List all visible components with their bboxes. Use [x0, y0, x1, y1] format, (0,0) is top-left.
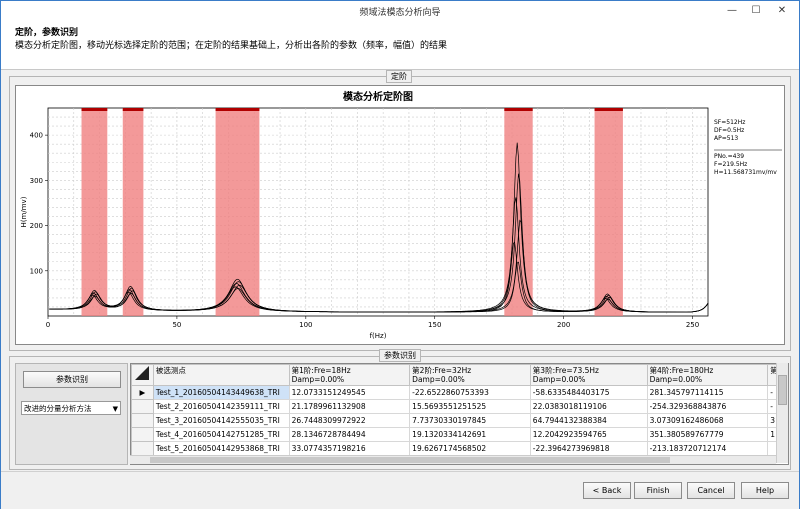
cell-mode2[interactable]: 7.73730330197845	[409, 413, 531, 428]
cell-mode1[interactable]: 28.1346728784494	[288, 427, 411, 442]
row-marker	[131, 399, 154, 414]
param-group-label: 参数识别	[379, 349, 421, 362]
x-tick-label: 0	[46, 321, 50, 329]
chart-title: 模态分析定阶图	[343, 90, 413, 103]
selected-band-3[interactable]	[215, 108, 260, 316]
finish-button[interactable]: Finish	[634, 482, 682, 499]
cancel-button[interactable]: Cancel	[687, 482, 735, 499]
selected-band-marker	[594, 108, 623, 111]
selected-band-marker	[215, 108, 260, 111]
column-header-mode1[interactable]: 第1阶:Fre=18Hz Damp=0.00%	[288, 364, 411, 386]
help-button[interactable]: Help	[741, 482, 789, 499]
selected-band-5[interactable]	[594, 108, 623, 316]
cell-mode3[interactable]: 22.0383018119106	[529, 399, 648, 414]
param-grid: 被选测点 第1阶:Fre=18Hz Damp=0.00% 第2阶:Fre=32H…	[131, 364, 788, 456]
info-line5: F=219.5Hz	[714, 161, 747, 168]
table-row[interactable]: ▶ Test_1_20160504143449638_TRI 12.073315…	[131, 385, 788, 400]
row-marker	[131, 441, 154, 456]
window-title: 频域法模态分析向导	[359, 8, 441, 18]
wizard-window: 频域法模态分析向导 — ☐ ✕ 定阶，参数识别 模态分析定阶图，移动光标选择定阶…	[0, 0, 800, 509]
selected-band-marker	[81, 108, 108, 111]
x-tick-label: 150	[428, 321, 441, 329]
table-row[interactable]: Test_5_20160504142953868_TRI 33.07743571…	[131, 441, 788, 456]
horizontal-scroll-thumb[interactable]	[150, 457, 670, 463]
param-table[interactable]: 被选测点 第1阶:Fre=18Hz Damp=0.00% 第2阶:Fre=32H…	[130, 363, 789, 465]
y-tick-label: 100	[30, 267, 43, 275]
cell-mode1[interactable]: 12.0733151249545	[288, 385, 411, 400]
chart-svg[interactable]: 0 50 100 150 200 250 100 200 300 400 模态分析定阶图 f(Hz) H…	[16, 86, 784, 344]
info-line6: H=11.568731mv/mv	[714, 169, 777, 176]
cell-mode2[interactable]: 19.1320334142691	[409, 427, 531, 442]
cell-mode2[interactable]: -22.6522860753393	[409, 385, 531, 400]
table-horizontal-scrollbar[interactable]	[130, 455, 776, 464]
info-line1: SF=512Hz	[714, 119, 745, 126]
cell-mode4[interactable]: -213.183720712174	[646, 441, 769, 456]
x-tick-label: 200	[557, 321, 570, 329]
method-select[interactable]: 改进的分量分析方法 ▼	[21, 401, 121, 415]
y-tick-label: 400	[30, 132, 43, 140]
row-marker	[131, 413, 154, 428]
cell-mode1[interactable]: 33.0774357198216	[288, 441, 411, 456]
cell-mode3[interactable]: -58.6335484403175	[529, 385, 648, 400]
corner-cell[interactable]	[131, 364, 154, 386]
cell-mode1[interactable]: 21.1789961132908	[288, 399, 411, 414]
stabilization-chart[interactable]: 0 50 100 150 200 250 100 200 300 400 模态分析定阶图 f(Hz) H…	[15, 85, 785, 345]
x-tick-label: 100	[299, 321, 312, 329]
y-tick-label: 200	[30, 222, 43, 230]
cell-point[interactable]: Test_5_20160504142953868_TRI	[152, 441, 290, 456]
page-title: 定阶，参数识别	[15, 28, 79, 38]
cell-mode4[interactable]: 3.07309162486068	[646, 413, 769, 428]
method-select-value: 改进的分量分析方法	[24, 404, 92, 413]
maximize-button[interactable]: ☐	[747, 4, 765, 18]
x-tick-label: 50	[172, 321, 181, 329]
row-marker-icon: ▶	[131, 385, 154, 400]
info-line2: DF=0.5Hz	[714, 127, 744, 134]
table-header-row: 被选测点 第1阶:Fre=18Hz Damp=0.00% 第2阶:Fre=32H…	[131, 364, 788, 386]
selected-band-2[interactable]	[122, 108, 144, 316]
selected-band-marker	[504, 108, 533, 111]
page-description: 模态分析定阶图，移动光标选择定阶的范围；在定阶的结果基础上，分析出各阶的参数（频…	[15, 41, 448, 51]
wizard-footer: < Back Finish Cancel Help	[1, 471, 799, 509]
x-tick-label: 250	[686, 321, 699, 329]
info-line4: PNo.=439	[714, 153, 744, 160]
table-row[interactable]: Test_4_20160504142751285_TRI 28.13467287…	[131, 427, 788, 442]
identify-button[interactable]: 参数识别	[23, 371, 121, 388]
cell-mode4[interactable]: 351.380589767779	[646, 427, 769, 442]
order-group-label: 定阶	[386, 70, 412, 83]
back-button[interactable]: < Back	[583, 482, 631, 499]
minimize-button[interactable]: —	[723, 4, 741, 18]
column-header-mode3[interactable]: 第3阶:Fre=73.5Hz Damp=0.00%	[529, 364, 648, 386]
info-line3: AP=513	[714, 135, 738, 142]
cell-point[interactable]: Test_2_20160504142359111_TRI	[152, 399, 290, 414]
cell-mode2[interactable]: 15.5693551251525	[409, 399, 531, 414]
title-bar: 频域法模态分析向导 — ☐ ✕	[1, 1, 799, 21]
cell-mode3[interactable]: 64.7944132388384	[529, 413, 648, 428]
cell-mode3[interactable]: -22.3964273969818	[529, 441, 648, 456]
column-header-point[interactable]: 被选测点	[152, 364, 290, 386]
cell-mode4[interactable]: -254.329368843876	[646, 399, 769, 414]
wizard-header: 定阶，参数识别 模态分析定阶图，移动光标选择定阶的范围；在定阶的结果基础上，分析…	[1, 21, 799, 70]
cell-point[interactable]: Test_4_20160504142751285_TRI	[152, 427, 290, 442]
selected-band-marker	[122, 108, 144, 111]
cell-mode2[interactable]: 19.6267174568502	[409, 441, 531, 456]
cell-mode1[interactable]: 26.7448309972922	[288, 413, 411, 428]
close-button[interactable]: ✕	[773, 4, 791, 18]
column-header-mode4[interactable]: 第4阶:Fre=180Hz Damp=0.00%	[646, 364, 769, 386]
table-vertical-scrollbar[interactable]	[776, 363, 788, 463]
vertical-scroll-thumb[interactable]	[778, 375, 787, 405]
x-axis-label: f(Hz)	[370, 332, 387, 340]
y-tick-label: 300	[30, 177, 43, 185]
chevron-down-icon[interactable]: ▼	[113, 402, 118, 416]
table-row[interactable]: Test_3_20160504142555035_TRI 26.74483099…	[131, 413, 788, 428]
cell-point[interactable]: Test_3_20160504142555035_TRI	[152, 413, 290, 428]
row-marker	[131, 427, 154, 442]
table-row[interactable]: Test_2_20160504142359111_TRI 21.17899611…	[131, 399, 788, 414]
y-axis-label: H(m/mv)	[20, 196, 28, 227]
cell-mode4[interactable]: 281.345797114115	[646, 385, 769, 400]
corner-triangle-icon	[135, 366, 150, 380]
column-header-mode2[interactable]: 第2阶:Fre=32Hz Damp=0.00%	[409, 364, 531, 386]
selected-band-1[interactable]	[81, 108, 108, 316]
cell-point[interactable]: Test_1_20160504143449638_TRI	[152, 385, 290, 400]
cell-mode3[interactable]: 12.2042923594765	[529, 427, 648, 442]
